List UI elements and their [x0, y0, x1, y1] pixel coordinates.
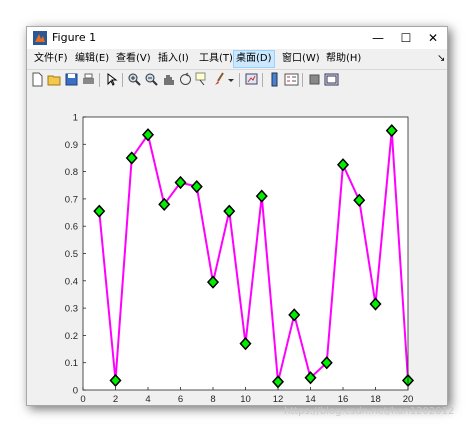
window-title: Figure 1	[52, 31, 97, 44]
pan-icon[interactable]	[161, 72, 176, 87]
show-plot-tools-icon[interactable]	[324, 72, 339, 87]
menu-tools[interactable]: 工具(T)	[197, 51, 235, 67]
new-figure-icon[interactable]	[30, 72, 45, 87]
figure-window: Figure 1 — ☐ ✕ 文件(F) 编辑(E) 查看(V) 插入(I) 工…	[26, 26, 448, 406]
x-tick-label: 16	[338, 394, 349, 405]
matlab-logo-icon	[33, 31, 47, 45]
line-plot[interactable]: 0 2 4 6 8 10 12 14 16 18 20 0 0.1 0.2 0.3 0.4 0.5 0.6 0.7 0…	[27, 90, 447, 405]
y-tick-label: 0.6	[65, 222, 78, 233]
x-tick-label: 4	[145, 394, 150, 405]
toolbar-separator	[262, 73, 263, 87]
y-tick-label: 0.4	[65, 276, 78, 287]
zoom-in-icon[interactable]	[127, 72, 142, 87]
toolbar-separator	[99, 73, 100, 87]
y-tick-label: 0.1	[65, 358, 78, 369]
menu-overflow-icon[interactable]: ↘	[435, 51, 447, 67]
x-tick-label: 10	[240, 394, 251, 405]
title-bar[interactable]: Figure 1 — ☐ ✕	[27, 27, 447, 49]
figure-canvas: 0 2 4 6 8 10 12 14 16 18 20 0 0.1 0.2 0.3 0.4 0.5 0.6 0.7 0…	[27, 90, 447, 405]
menu-bar: 文件(F) 编辑(E) 查看(V) 插入(I) 工具(T) 桌面(D) 窗口(W…	[27, 50, 447, 68]
brush-icon[interactable]	[212, 72, 227, 87]
x-tick-label: 18	[370, 394, 381, 405]
y-tick-label: 0.7	[65, 194, 78, 205]
dropdown-arrow-icon[interactable]	[227, 72, 235, 87]
menu-insert[interactable]: 插入(I)	[156, 51, 191, 67]
menu-desktop[interactable]: 桌面(D)	[233, 50, 275, 68]
toolbar-separator	[239, 73, 240, 87]
menu-file[interactable]: 文件(F)	[32, 51, 70, 67]
x-tick-label: 8	[210, 394, 215, 405]
zoom-out-icon[interactable]	[144, 72, 159, 87]
print-icon[interactable]	[81, 72, 96, 87]
menu-edit[interactable]: 编辑(E)	[73, 51, 111, 67]
link-plot-icon[interactable]	[244, 72, 259, 87]
x-tick-label: 12	[273, 394, 284, 405]
x-tick-label: 6	[178, 394, 183, 405]
toolbar	[27, 69, 447, 91]
toolbar-separator	[302, 73, 303, 87]
data-cursor-icon[interactable]	[195, 72, 210, 87]
pointer-icon[interactable]	[104, 72, 119, 87]
toolbar-separator	[122, 73, 123, 87]
minimize-button[interactable]: —	[364, 27, 392, 49]
menu-window[interactable]: 窗口(W)	[280, 51, 322, 67]
menu-view[interactable]: 查看(V)	[114, 51, 153, 67]
colorbar-icon[interactable]	[267, 72, 282, 87]
y-tick-label: 0	[73, 386, 78, 397]
x-tick-label: 2	[113, 394, 118, 405]
save-icon[interactable]	[64, 72, 79, 87]
maximize-button[interactable]: ☐	[392, 27, 420, 49]
y-tick-label: 0.9	[65, 140, 78, 151]
y-tick-label: 0.5	[65, 249, 78, 260]
x-tick-label: 14	[305, 394, 316, 405]
rotate-3d-icon[interactable]	[178, 72, 193, 87]
legend-icon[interactable]	[284, 72, 299, 87]
y-tick-label: 0.3	[65, 304, 78, 315]
y-tick-label: 0.2	[65, 331, 78, 342]
y-tick-label: 0.8	[65, 167, 78, 178]
menu-help[interactable]: 帮助(H)	[324, 51, 363, 67]
y-tick-label: 1	[73, 113, 78, 124]
close-button[interactable]: ✕	[419, 27, 447, 49]
x-tick-label: 20	[403, 394, 414, 405]
watermark: https://blog.csdn.net/han1202012	[284, 406, 455, 417]
x-tick-label: 0	[80, 394, 85, 405]
open-file-icon[interactable]	[47, 72, 62, 87]
hide-plot-tools-icon[interactable]	[307, 72, 322, 87]
